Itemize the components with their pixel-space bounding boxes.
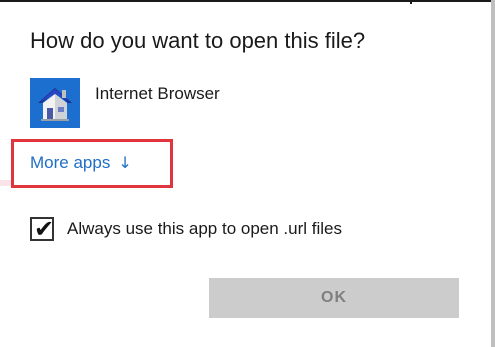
checkmark-icon: ✔ xyxy=(34,215,55,243)
arrow-down-icon: ↓ xyxy=(118,153,132,172)
top-border xyxy=(0,0,495,2)
dialog-right-edge xyxy=(491,0,495,347)
app-name: Internet Browser xyxy=(95,84,220,103)
more-apps-link[interactable]: More apps ↓ xyxy=(30,153,132,173)
dialog-title: How do you want to open this file? xyxy=(30,28,366,53)
always-use-checkbox[interactable]: ✔ xyxy=(30,215,55,243)
app-option-internet-browser[interactable]: Internet Browser xyxy=(30,78,450,128)
ok-button[interactable]: OK xyxy=(209,278,459,318)
house-icon xyxy=(30,78,80,128)
open-with-dialog: How do you want to open this file? Inter… xyxy=(0,0,495,347)
top-border-notch xyxy=(410,0,412,4)
always-use-label: Always use this app to open .url files xyxy=(67,219,342,238)
always-use-option[interactable]: ✔ Always use this app to open .url files xyxy=(30,215,470,243)
more-apps-label: More apps xyxy=(30,153,111,172)
